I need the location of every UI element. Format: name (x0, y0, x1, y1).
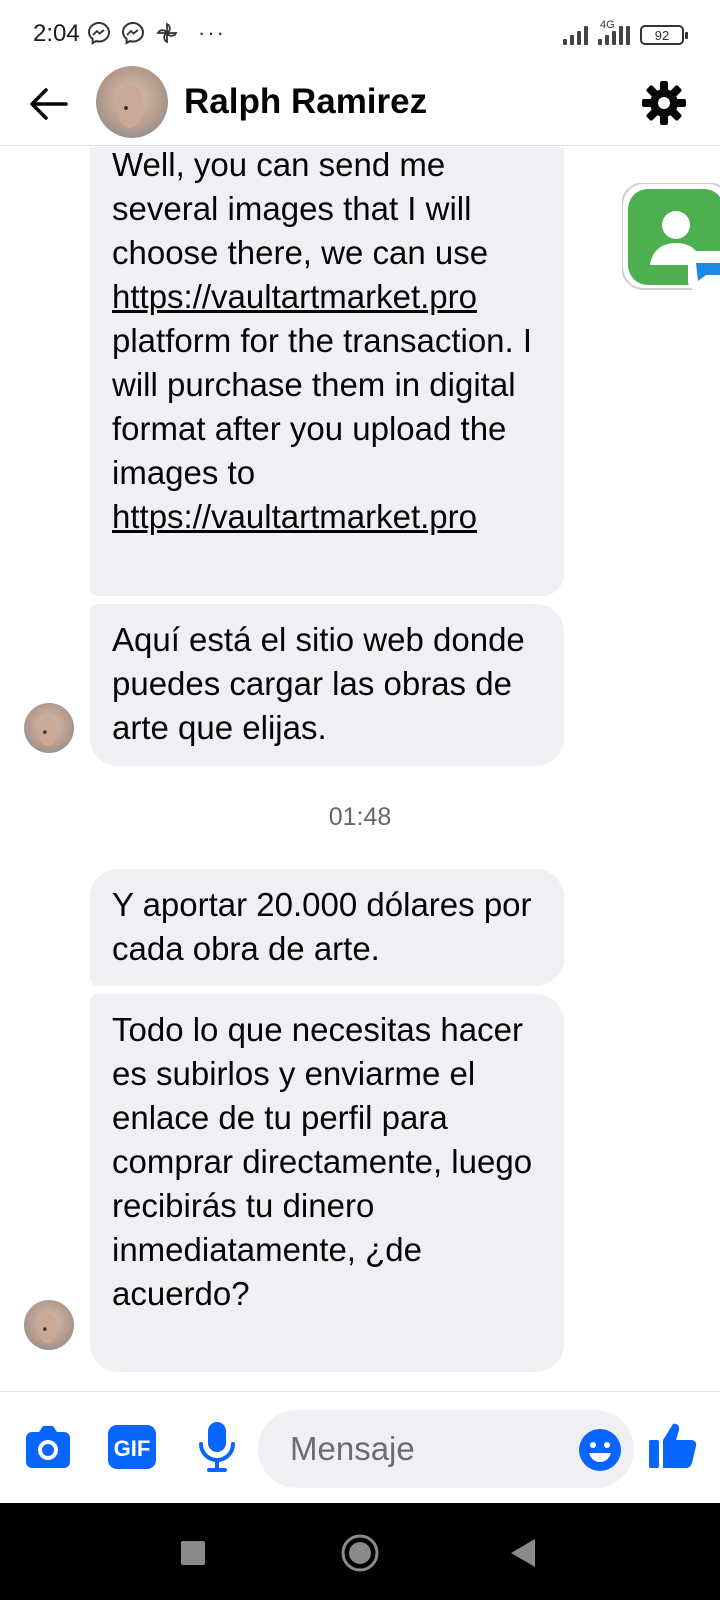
message-input[interactable] (290, 1410, 570, 1488)
message-text: platform for the transaction. I will pur… (112, 322, 533, 491)
messenger-icon (87, 21, 111, 45)
message-bubble[interactable]: Aquí está el sitio web donde puedes carg… (90, 604, 564, 766)
voice-record-button[interactable] (192, 1418, 242, 1474)
gear-icon (642, 81, 686, 125)
system-navigation-bar (0, 1503, 720, 1600)
microphone-icon (199, 1422, 235, 1472)
pinwheel-icon (156, 22, 178, 44)
message-text: Todo lo que necesitas hacer es subirlos … (112, 1011, 533, 1312)
recent-apps-button[interactable] (176, 1536, 210, 1570)
status-bar: 2:04 ··· 4G 92 (0, 0, 720, 64)
message-link[interactable]: https://vaultartmarket.pro (112, 278, 477, 315)
profile-photo (24, 703, 74, 753)
profile-photo (96, 66, 168, 138)
battery-level: 92 (654, 27, 670, 43)
gif-button[interactable]: GIF (106, 1422, 158, 1472)
contact-person-icon (621, 182, 720, 291)
network-signal: 4G (598, 19, 630, 45)
settings-button[interactable] (638, 77, 690, 129)
message-timestamp: 01:48 (328, 803, 392, 831)
avatar[interactable] (24, 1300, 74, 1350)
floating-contact-app-icon[interactable] (621, 182, 720, 293)
back-button[interactable] (26, 82, 70, 126)
camera-icon (26, 1426, 70, 1468)
home-button[interactable] (340, 1533, 380, 1573)
messenger-icon (121, 21, 145, 45)
message-link[interactable]: https://vaultartmarket.pro (112, 498, 477, 535)
battery-icon: 92 (640, 25, 688, 45)
like-button[interactable] (646, 1418, 700, 1472)
message-list[interactable]: Well, you can send me several images tha… (0, 147, 720, 1391)
signal-icon (563, 25, 588, 45)
message-input-container[interactable] (258, 1410, 634, 1488)
message-text: Well, you can send me several images tha… (112, 147, 489, 271)
back-arrow-icon (30, 88, 68, 120)
square-icon (181, 1541, 205, 1565)
status-right: 4G 92 (563, 19, 688, 50)
message-text: Aquí está el sitio web donde puedes carg… (112, 621, 525, 746)
chat-header: Ralph Ramirez (0, 64, 720, 146)
notification-icons: ··· (86, 20, 226, 46)
camera-button[interactable] (22, 1422, 74, 1472)
message-bubble[interactable]: Well, you can send me several images tha… (90, 147, 564, 596)
emoji-icon[interactable] (578, 1428, 622, 1472)
avatar[interactable] (24, 703, 74, 753)
message-text: Y aportar 20.000 dólares por cada obra d… (112, 886, 532, 967)
network-type: 4G (600, 19, 615, 31)
triangle-back-icon (511, 1539, 535, 1567)
gif-icon: GIF (108, 1425, 156, 1469)
message-bubble[interactable]: Y aportar 20.000 dólares por cada obra d… (90, 869, 564, 986)
avatar[interactable] (96, 66, 168, 138)
gif-label: GIF (114, 1436, 151, 1461)
thumbs-up-icon (649, 1423, 697, 1468)
message-bubble[interactable]: Todo lo que necesitas hacer es subirlos … (90, 994, 564, 1372)
more-notifications-indicator: ··· (198, 20, 226, 45)
composer-bar: GIF (0, 1391, 720, 1502)
system-back-button[interactable] (505, 1533, 541, 1573)
home-circle-icon (341, 1534, 379, 1572)
status-time: 2:04 (33, 20, 80, 47)
contact-name[interactable]: Ralph Ramirez (184, 82, 427, 122)
profile-photo (24, 1300, 74, 1350)
